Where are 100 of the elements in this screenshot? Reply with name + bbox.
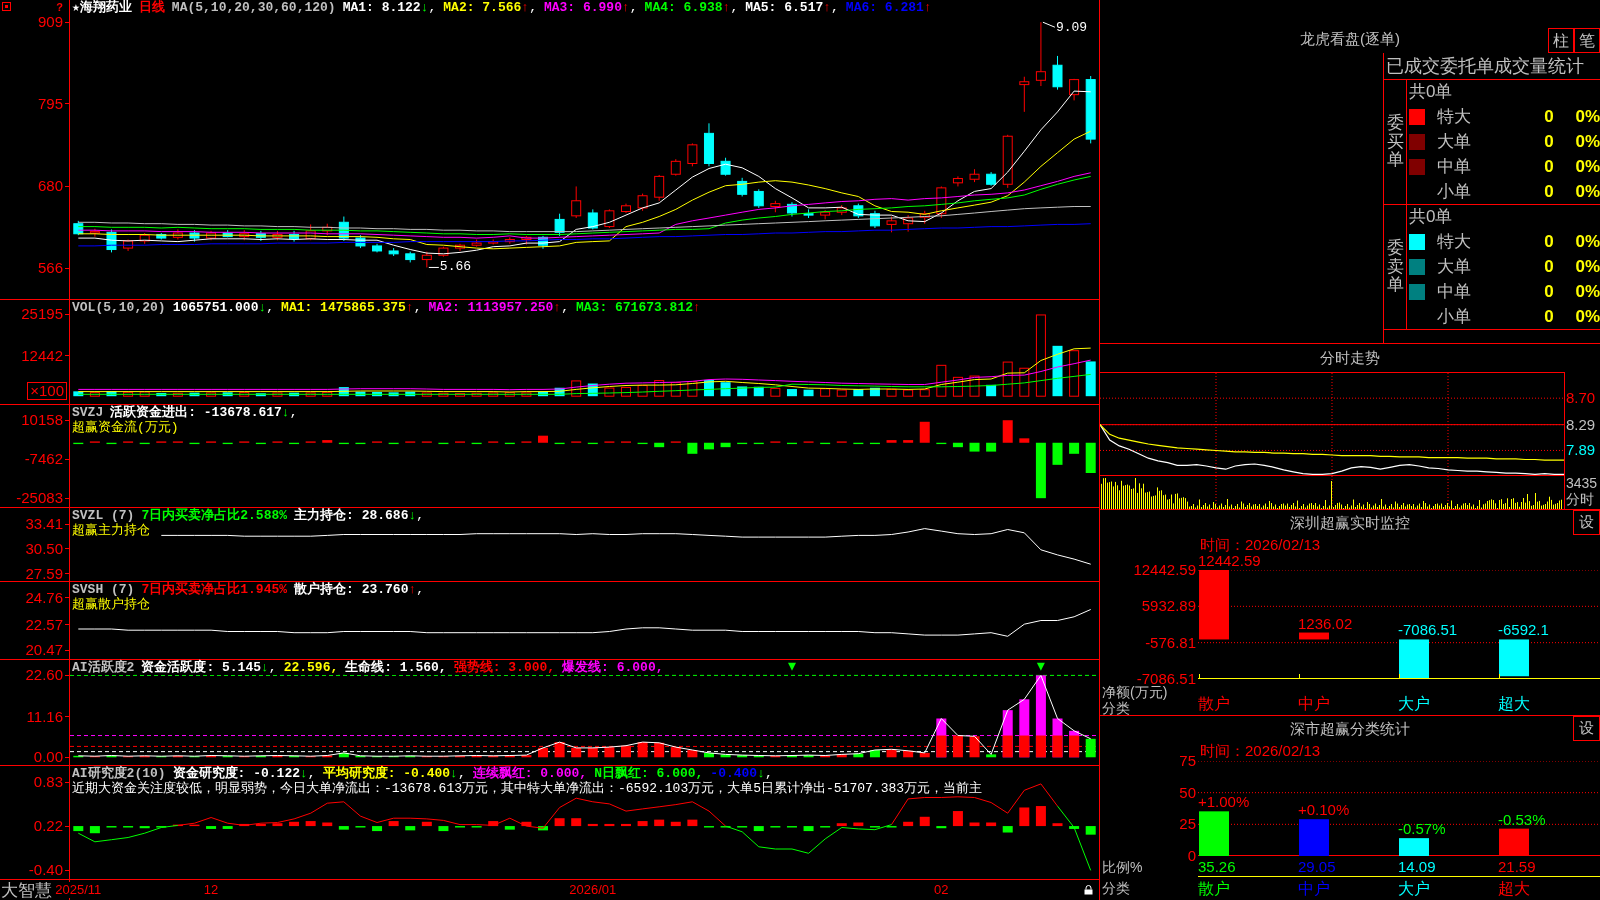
indicator-subtitle: 超赢主力持仓 bbox=[72, 523, 150, 538]
order-percent: 0% bbox=[1574, 281, 1600, 302]
order-size-label: 中单 bbox=[1436, 281, 1472, 302]
legend-item: 7日内买卖净占比2.588% bbox=[141, 508, 288, 523]
order-percent: 0% bbox=[1574, 231, 1600, 252]
axis-title: 分类 bbox=[1102, 880, 1130, 896]
axis-title: 比例% bbox=[1102, 859, 1143, 875]
order-percent: 0% bbox=[1574, 131, 1600, 152]
category-label: 大户 bbox=[1398, 879, 1430, 897]
order-count: 0 bbox=[1543, 256, 1555, 277]
change-label: -0.57% bbox=[1398, 821, 1446, 838]
legend-item: SVSH (7) bbox=[72, 582, 135, 597]
axis-label: -0.40 bbox=[28, 862, 63, 879]
order-count: 0 bbox=[1543, 231, 1555, 252]
legend-item: 资金活跃度: 5.145 bbox=[141, 660, 261, 675]
legend-item: N日飘红: 6.000, bbox=[594, 766, 704, 781]
axis-label: 11.16 bbox=[26, 708, 63, 725]
indicator-subtitle: 超赢散户持仓 bbox=[72, 597, 150, 612]
order-percent: 0% bbox=[1574, 306, 1600, 327]
axis-label: 27.59 bbox=[25, 565, 63, 582]
axis-label: -7086.51 bbox=[1136, 672, 1196, 686]
table-title: 已成交委托单成交量统计 bbox=[1386, 56, 1584, 76]
legend-item: 22.596, bbox=[283, 660, 339, 675]
volume-scale-label: 3435 bbox=[1566, 475, 1599, 491]
change-label: -0.53% bbox=[1498, 811, 1546, 828]
axis-label: 75 bbox=[1179, 754, 1196, 768]
axis-label: 0 bbox=[1187, 849, 1196, 863]
price-annotation: 5.66 bbox=[439, 260, 472, 275]
pane-caption: 分时 bbox=[1566, 491, 1595, 507]
panel-title: 龙虎看盘(逐单) bbox=[1300, 30, 1400, 48]
axis-label: 680 bbox=[37, 178, 63, 195]
axis-label: -25083 bbox=[16, 490, 63, 507]
legend-item: AI活跃度2 bbox=[72, 660, 135, 675]
axis-label: 50 bbox=[1179, 785, 1196, 800]
legend-item: 爆发线: 6.000, bbox=[562, 660, 664, 675]
legend-item: VOL(5,10,20) bbox=[72, 300, 166, 315]
axis-label: 24.76 bbox=[25, 589, 63, 606]
axis-label: 22.57 bbox=[25, 616, 63, 633]
category-label: 散户 bbox=[1198, 879, 1230, 897]
order-size-label: 大单 bbox=[1436, 256, 1472, 277]
axis-label: -576.81 bbox=[1145, 635, 1196, 650]
axis-label: 12442 bbox=[21, 347, 63, 364]
legend-item: 主力持仓: 28.686 bbox=[294, 508, 409, 523]
change-label: +1.00% bbox=[1198, 794, 1250, 811]
axis-title: 分类 bbox=[1102, 700, 1131, 716]
axis-label: 795 bbox=[37, 95, 63, 112]
value-label: -7086.51 bbox=[1398, 622, 1458, 639]
group-label: 委卖单 bbox=[1386, 238, 1404, 296]
price-label: 8.29 bbox=[1566, 417, 1596, 432]
axis-label: 30.50 bbox=[25, 540, 63, 557]
axis-label: 25 bbox=[1179, 817, 1196, 832]
order-percent: 0% bbox=[1574, 256, 1600, 277]
order-size-label: 特大 bbox=[1436, 231, 1472, 252]
axis-label: 0.83 bbox=[33, 774, 63, 791]
order-count: 0 bbox=[1543, 106, 1555, 127]
order-percent: 0% bbox=[1574, 106, 1600, 127]
axis-label: 909 bbox=[37, 14, 63, 31]
legend-item: MA(5,10,20,30,60,120) bbox=[171, 0, 336, 15]
timestamp: 时间：2026/02/13 bbox=[1200, 741, 1321, 759]
change-label: +0.10% bbox=[1298, 802, 1350, 819]
value-label: 14.09 bbox=[1398, 858, 1436, 875]
legend-item: 活跃资金进出: -13678.617 bbox=[110, 405, 282, 420]
axis-label: 12442.59 bbox=[1133, 563, 1196, 577]
order-count: 0 bbox=[1543, 156, 1555, 177]
axis-label: 5932.89 bbox=[1141, 599, 1196, 614]
panel-title: 分时走势 bbox=[1320, 349, 1380, 367]
category-label: 超大 bbox=[1498, 695, 1530, 712]
value-label: 12442.59 bbox=[1198, 553, 1261, 569]
axis-label: 20.47 bbox=[25, 642, 63, 659]
axis-label: 22.60 bbox=[25, 667, 63, 684]
price-label: 7.89 bbox=[1566, 443, 1596, 458]
value-label: 21.59 bbox=[1498, 858, 1536, 875]
legend-item: 平均研究度: -0.400 bbox=[322, 766, 451, 781]
order-count: 0 bbox=[1543, 181, 1555, 202]
axis-label: 33.41 bbox=[25, 516, 63, 533]
order-size-label: 小单 bbox=[1436, 306, 1472, 327]
value-label: 35.26 bbox=[1198, 858, 1236, 875]
category-label: 大户 bbox=[1398, 695, 1430, 712]
legend-item: 资金研究度: -0.122 bbox=[172, 766, 301, 781]
value-label: 1236.02 bbox=[1298, 615, 1353, 632]
order-size-label: 中单 bbox=[1436, 156, 1472, 177]
panel-title: 深圳超赢实时监控 bbox=[1290, 513, 1410, 532]
category-label: 超大 bbox=[1498, 879, 1530, 897]
axis-label: 0.00 bbox=[33, 749, 63, 766]
axis-label: 566 bbox=[37, 260, 63, 277]
legend-item: SVZL (7) bbox=[72, 508, 135, 523]
order-size-label: 小单 bbox=[1436, 181, 1472, 202]
order-size-label: 特大 bbox=[1436, 106, 1472, 127]
order-total: 共0单 bbox=[1409, 207, 1453, 227]
analysis-comment: 近期大资金关注度较低，明显弱势，今日大单净流出：-13678.613万元，其中特大单净流出：-6592.103万元，大单5日累计净出-51707.383万元，当前主 bbox=[72, 781, 983, 796]
legend-item: 7日内买卖净占比1.945% bbox=[141, 582, 288, 597]
category-label: 中户 bbox=[1298, 879, 1330, 897]
axis-label: -7462 bbox=[24, 451, 63, 468]
category-label: 中户 bbox=[1298, 695, 1330, 712]
order-percent: 0% bbox=[1574, 181, 1600, 202]
unit-label: ×100 bbox=[27, 382, 67, 400]
category-label: 散户 bbox=[1198, 695, 1230, 712]
axis-label: 10158 bbox=[21, 412, 63, 429]
legend-item: 散户持仓: 23.760 bbox=[294, 582, 409, 597]
value-label: 29.05 bbox=[1298, 858, 1336, 875]
